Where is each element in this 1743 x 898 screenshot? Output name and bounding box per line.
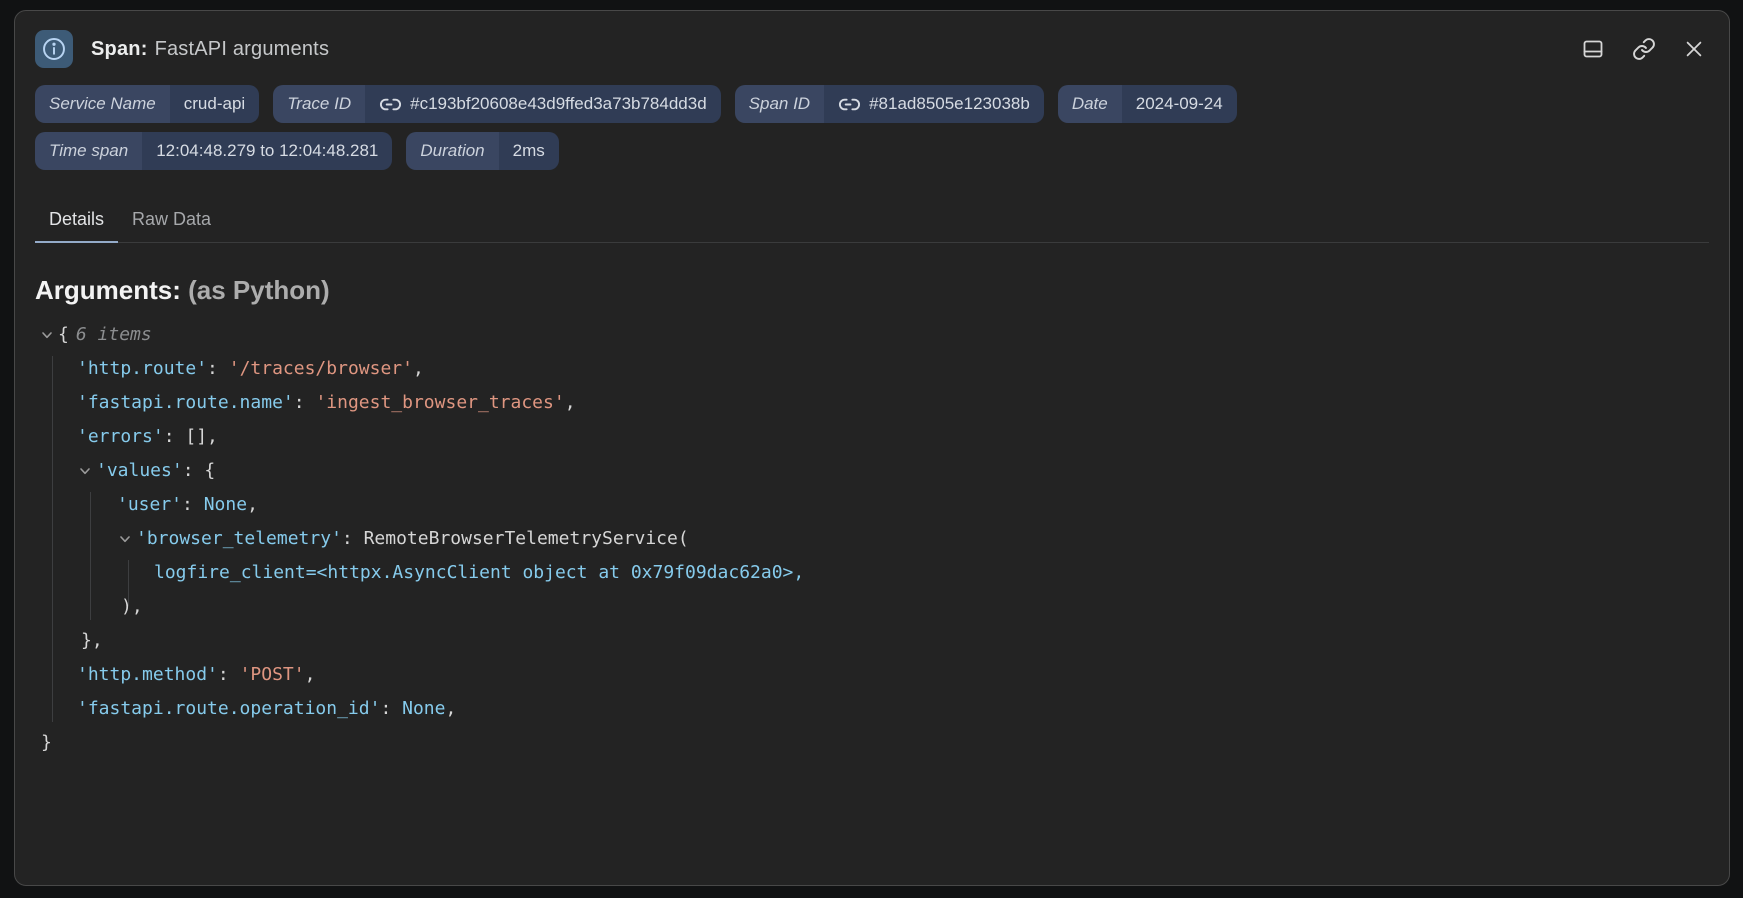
attribute-row: Service Name crud-api Trace ID #c193bf20608… [35,85,1709,123]
code-token: 'errors' [77,420,164,454]
attribute-value[interactable]: #c193bf20608e43d9ffed3a73b784dd3d [365,85,721,123]
attribute-value: crud-api [170,85,259,123]
code-token: 'browser_telemetry' [136,522,342,556]
code-token: , [565,386,576,420]
code-token: : [], [164,420,218,454]
code-token: , [413,352,424,386]
collapse-chevron-icon[interactable] [39,327,55,343]
detail-tabs: Details Raw Data [35,200,1709,243]
span-detail-panel: Span: FastAPI arguments Service Name crud-… [14,10,1730,886]
code-token: : [207,352,229,386]
code-token: , [247,488,258,522]
code-token: : RemoteBrowserTelemetryService( [342,522,689,556]
attribute-label: Trace ID [273,85,365,123]
panel-header: Span: FastAPI arguments [35,29,1709,69]
panel-title: Span: FastAPI arguments [91,38,329,61]
attribute-value: 2024-09-24 [1122,85,1237,123]
code-token: : [380,692,402,726]
attribute-row: Time span 12:04:48.279 to 12:04:48.281 Dur… [35,132,1709,170]
span-title: FastAPI arguments [155,38,330,60]
code-token: 'POST' [240,658,305,692]
link-icon[interactable] [838,93,861,116]
attribute-value-text: crud-api [184,94,245,114]
code-token: : [182,488,204,522]
code-line: 'fastapi.route.name': 'ingest_browser_tr… [35,386,1709,420]
attribute-label: Date [1058,85,1122,123]
code-line: logfire_client=<httpx.AsyncClient object… [35,556,1709,590]
arguments-heading-bold: Arguments: [35,275,181,305]
attribute-pill-span-id: Span ID #81ad8505e123038b [735,85,1044,123]
span-kind-label: Span: [91,38,148,60]
collapse-chevron-icon[interactable] [117,531,133,547]
code-token: }, [81,624,103,658]
attribute-value-text: 12:04:48.279 to 12:04:48.281 [156,141,378,161]
code-token: ), [121,590,143,624]
attribute-value-text: #c193bf20608e43d9ffed3a73b784dd3d [410,94,707,114]
arguments-heading: Arguments: (as Python) [35,275,1709,306]
attribute-value-text: #81ad8505e123038b [869,94,1030,114]
code-line: ), [35,590,1709,624]
code-token: None [402,692,445,726]
code-token: 'fastapi.route.name' [77,386,294,420]
attribute-value[interactable]: #81ad8505e123038b [824,85,1044,123]
code-line: 'browser_telemetry': RemoteBrowserTeleme… [35,522,1709,556]
code-token: '/traces/browser' [229,352,413,386]
code-line: 'http.method': 'POST', [35,658,1709,692]
attribute-value-text: 2024-09-24 [1136,94,1223,114]
code-token: : { [183,454,216,488]
header-actions [1581,37,1709,61]
link-icon[interactable] [379,93,402,116]
span-attributes: Service Name crud-api Trace ID #c193bf20608… [35,85,1709,170]
code-line: 'values': { [35,454,1709,488]
code-token: None [204,488,247,522]
collapse-chevron-icon[interactable] [77,463,93,479]
close-icon[interactable] [1683,38,1705,60]
indent-guide [128,560,129,606]
attribute-pill-duration: Duration 2ms [406,132,558,170]
code-token: 'ingest_browser_traces' [315,386,564,420]
attribute-label: Time span [35,132,142,170]
tab-details[interactable]: Details [35,200,118,242]
arguments-heading-muted: (as Python) [181,275,330,305]
attribute-label: Service Name [35,85,170,123]
attribute-pill-trace-id: Trace ID #c193bf20608e43d9ffed3a73b784dd3… [273,85,720,123]
attribute-value: 2ms [499,132,559,170]
code-token: 'fastapi.route.operation_id' [77,692,380,726]
code-line: 'errors': [], [35,420,1709,454]
code-line: 'fastapi.route.operation_id': None, [35,692,1709,726]
code-token: 6 items [76,318,152,352]
code-token: } [41,726,52,760]
attribute-label: Span ID [735,85,824,123]
code-token: : [218,658,240,692]
attribute-value-text: 2ms [513,141,545,161]
indent-guide [52,356,53,722]
code-token: logfire_client=<httpx.AsyncClient object… [154,556,804,590]
code-token: , [305,658,316,692]
code-line: {6 items [35,318,1709,352]
code-line: 'user': None, [35,488,1709,522]
code-line: 'http.route': '/traces/browser', [35,352,1709,386]
code-token: 'http.method' [77,658,218,692]
attribute-pill-time-span: Time span 12:04:48.279 to 12:04:48.281 [35,132,392,170]
attribute-label: Duration [406,132,498,170]
code-token: 'user' [117,488,182,522]
info-icon [35,30,73,68]
attribute-value: 12:04:48.279 to 12:04:48.281 [142,132,392,170]
code-token: { [58,318,69,352]
code-token: 'values' [96,454,183,488]
dock-panel-icon[interactable] [1581,37,1605,61]
code-token: , [445,692,456,726]
copy-link-icon[interactable] [1632,37,1656,61]
attribute-pill-service-name: Service Name crud-api [35,85,259,123]
attribute-pill-date: Date 2024-09-24 [1058,85,1237,123]
code-line: }, [35,624,1709,658]
code-token: : [294,386,316,420]
indent-guide [90,492,91,620]
code-tree: {6 items'http.route': '/traces/browser',… [35,318,1709,760]
code-line: } [35,726,1709,760]
tab-raw-data[interactable]: Raw Data [118,200,225,242]
code-token: 'http.route' [77,352,207,386]
